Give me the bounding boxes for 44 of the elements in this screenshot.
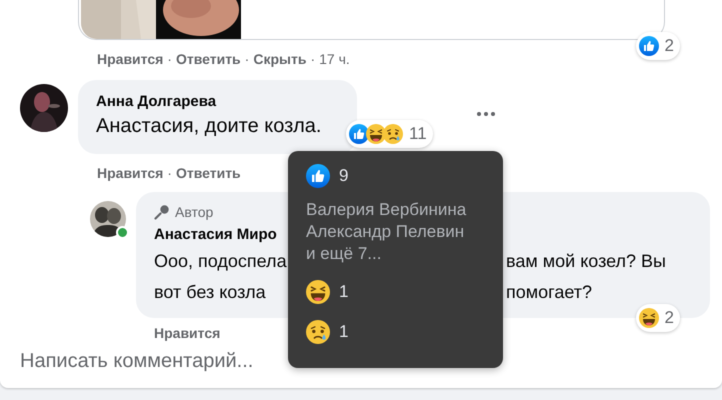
laughing-face-icon (306, 280, 330, 304)
reaction-count: 2 (664, 308, 674, 328)
separator-dot: · (310, 51, 316, 67)
reaction-count: 11 (409, 124, 427, 144)
more-options-icon[interactable] (477, 112, 495, 116)
crying-face-icon (383, 124, 403, 144)
thumbs-up-icon (306, 164, 330, 188)
separator-dot: · (167, 51, 172, 67)
author-name[interactable]: Анастасия Миро (154, 225, 277, 245)
comment-input-field[interactable]: Написать комментарий... (20, 348, 420, 374)
separator-dot: · (167, 165, 172, 181)
action-link[interactable]: Скрыть (253, 51, 306, 67)
action-link[interactable]: Ответить (176, 165, 241, 181)
action-link[interactable]: Ответить (176, 51, 241, 67)
thumbs-up-icon (638, 36, 659, 56)
reactions-summary[interactable]: 2 (636, 304, 680, 332)
separator-dot: · (244, 51, 250, 67)
comment-text: вам мой козел? Вы (506, 251, 666, 272)
user-name: Александр Пелевин (306, 221, 466, 243)
comment-text: вот без козла (154, 282, 267, 303)
thumbs-up-icon (349, 124, 369, 144)
reaction-count: 9 (339, 166, 348, 186)
avatar[interactable] (20, 84, 68, 132)
reactions-summary[interactable]: 11 (346, 120, 433, 148)
microphone-icon (154, 204, 170, 220)
author-label: Автор (175, 204, 214, 220)
comment-text: Ооо, подоспела (154, 251, 288, 272)
user-name: и ещё 7... (306, 243, 382, 265)
avatar[interactable] (90, 201, 126, 237)
action-link[interactable]: Нравится (154, 325, 220, 341)
user-name: Валерия Вербинина (306, 199, 468, 221)
action-link[interactable]: Нравится (97, 51, 164, 67)
author-name[interactable]: Анна Долгарева (96, 92, 339, 112)
crying-face-icon (306, 320, 330, 344)
action-link[interactable]: Нравится (97, 165, 164, 181)
reactions-summary[interactable]: 2 (636, 32, 680, 60)
laughing-face-icon (366, 124, 386, 144)
comment-text: помогает? (506, 282, 592, 303)
reaction-count: 1 (339, 282, 348, 302)
laughing-face-icon (638, 308, 659, 328)
reaction-count: 2 (664, 36, 674, 56)
reaction-count: 1 (339, 322, 348, 342)
timestamp[interactable]: 17 ч. (319, 51, 350, 67)
comment-text: Анастасия, доите козла. (96, 114, 322, 139)
